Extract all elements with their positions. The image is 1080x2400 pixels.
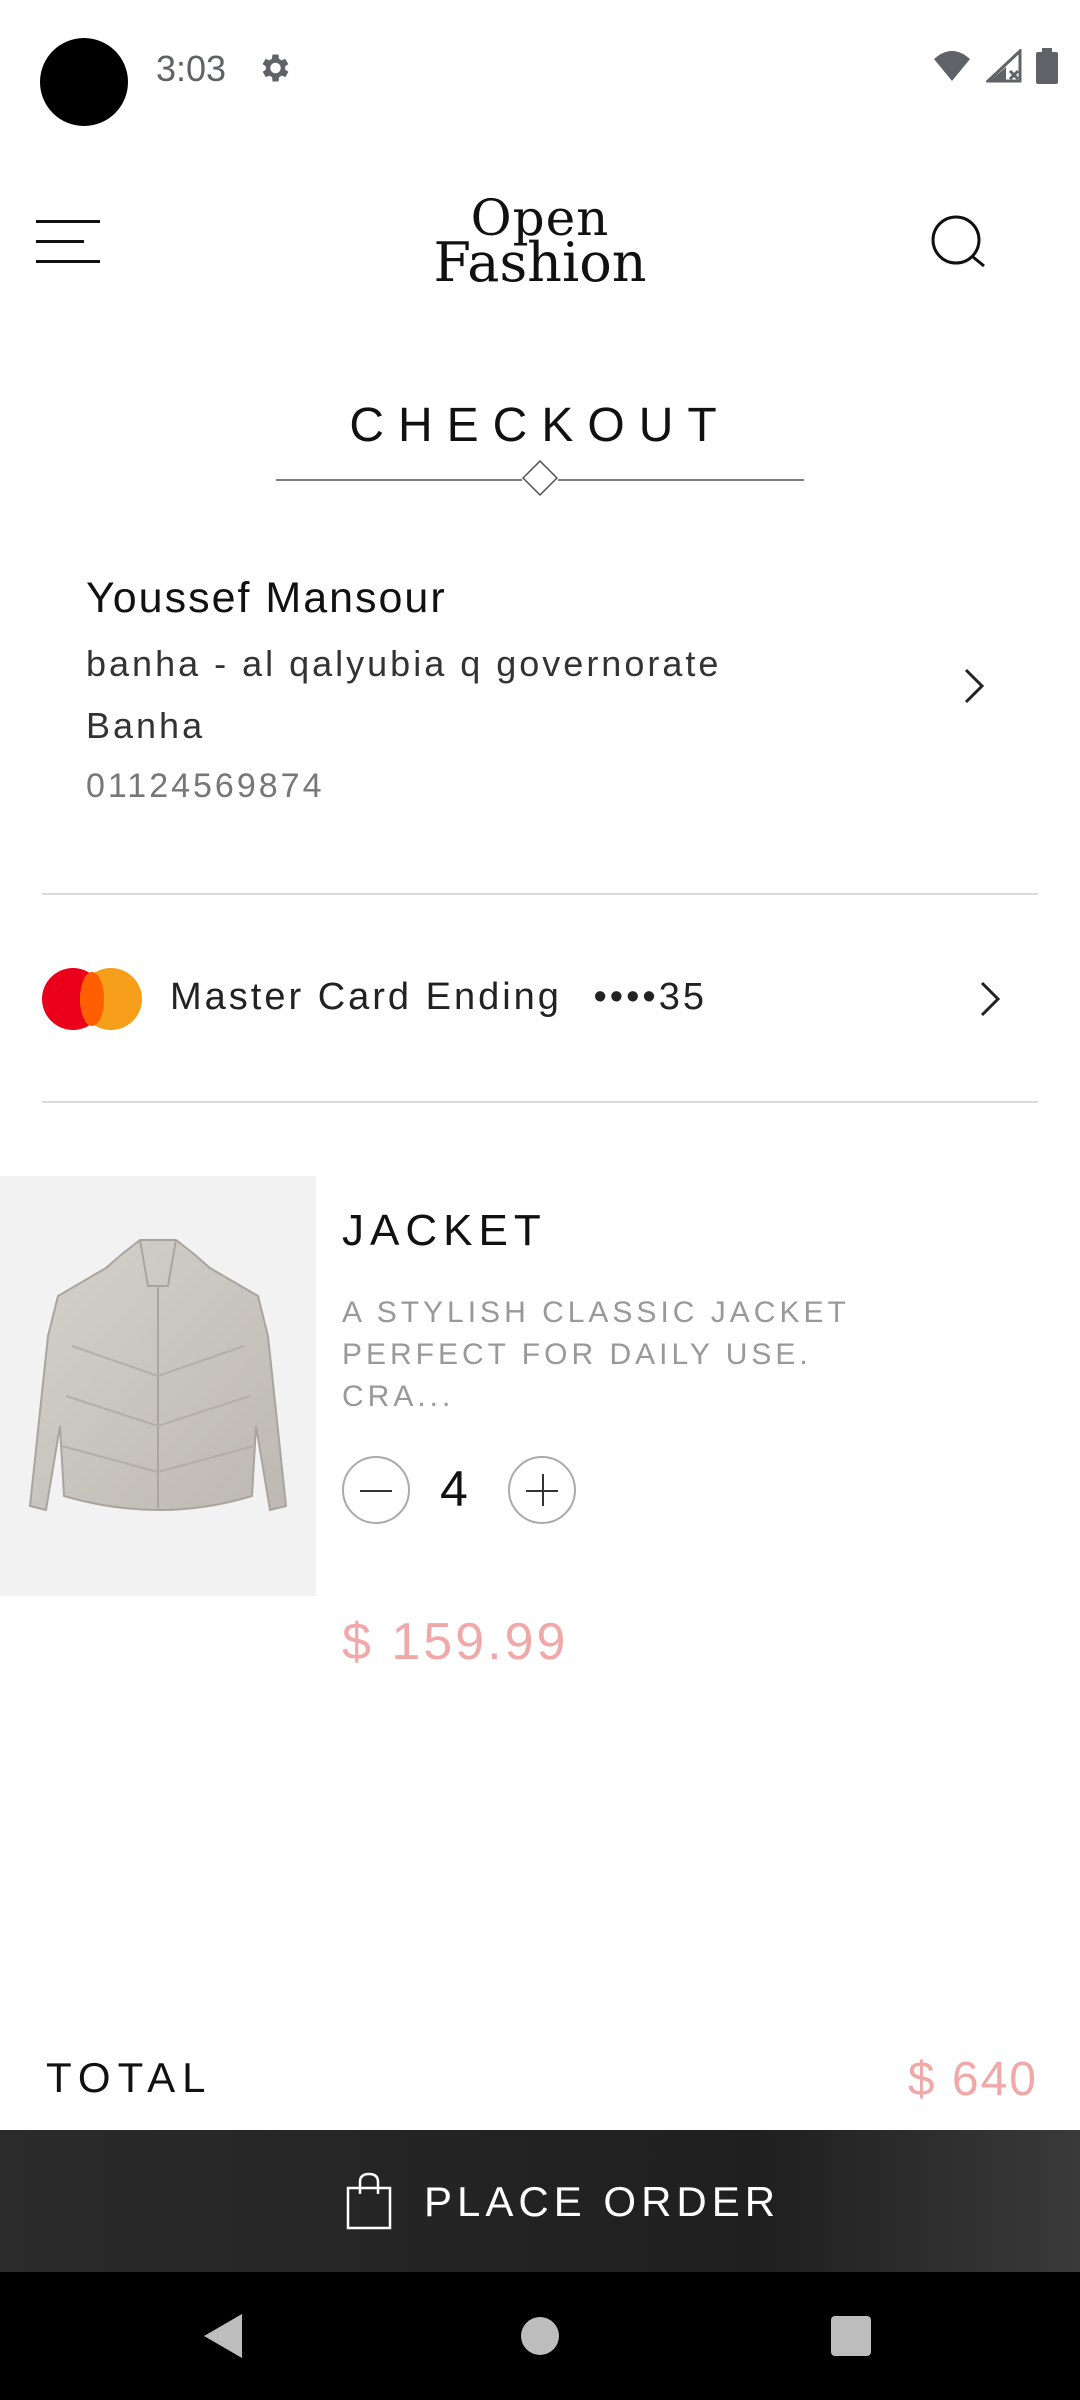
chevron-right-icon[interactable] — [974, 979, 1004, 1019]
shipping-address[interactable]: Youssef Mansour banha - al qalyubia q go… — [86, 574, 986, 806]
camera-cutout — [40, 38, 128, 126]
address-phone: 01124569874 — [86, 767, 325, 805]
status-time: 3:03 — [156, 48, 227, 89]
decrease-quantity-button[interactable] — [342, 1456, 410, 1524]
product-image[interactable] — [0, 1176, 316, 1596]
page-title: CHECKOUT — [349, 399, 731, 452]
wifi-icon — [934, 51, 970, 81]
search-icon[interactable] — [928, 212, 990, 274]
signal-icon — [986, 49, 1022, 83]
status-icons — [932, 48, 1058, 84]
divider — [42, 893, 1038, 895]
battery-icon — [1036, 48, 1058, 84]
app-logo: Open Fashion — [430, 193, 650, 294]
quantity-value: 4 — [440, 1461, 468, 1517]
title-divider — [276, 460, 804, 497]
payment-label: Master Card Ending — [170, 976, 562, 1018]
product-description: A STYLISH CLASSIC JACKET PERFECT FOR DAI… — [342, 1296, 850, 1413]
status-bar: 3:03 — [0, 0, 1080, 140]
recent-apps-icon[interactable] — [831, 2316, 871, 2356]
settings-icon — [262, 54, 289, 82]
shopping-bag-icon — [346, 2172, 392, 2230]
jacket-image — [28, 1239, 288, 1512]
logo-line-2: Fashion — [433, 231, 647, 294]
chevron-right-icon[interactable] — [958, 666, 988, 706]
product-name[interactable]: JACKET — [342, 1206, 547, 1256]
total-value: $ 640 — [907, 2053, 1038, 2106]
divider — [42, 1101, 1038, 1103]
menu-icon[interactable] — [36, 218, 104, 264]
back-icon[interactable] — [204, 2314, 242, 2358]
place-order-label: PLACE ORDER — [424, 2178, 781, 2225]
address-name: Youssef Mansour — [86, 574, 447, 622]
mastercard-icon — [42, 968, 142, 1030]
increase-quantity-button[interactable] — [508, 1456, 576, 1524]
home-icon[interactable] — [521, 2317, 559, 2355]
product-price: $ 159.99 — [342, 1613, 569, 1671]
address-line-1: banha - al qalyubia q governorate — [86, 643, 722, 684]
payment-method[interactable]: Master Card Ending ••••35 — [170, 976, 707, 1019]
total-label: TOTAL — [46, 2054, 213, 2101]
card-suffix: ••••35 — [593, 976, 707, 1018]
address-line-2: Banha — [86, 705, 206, 746]
